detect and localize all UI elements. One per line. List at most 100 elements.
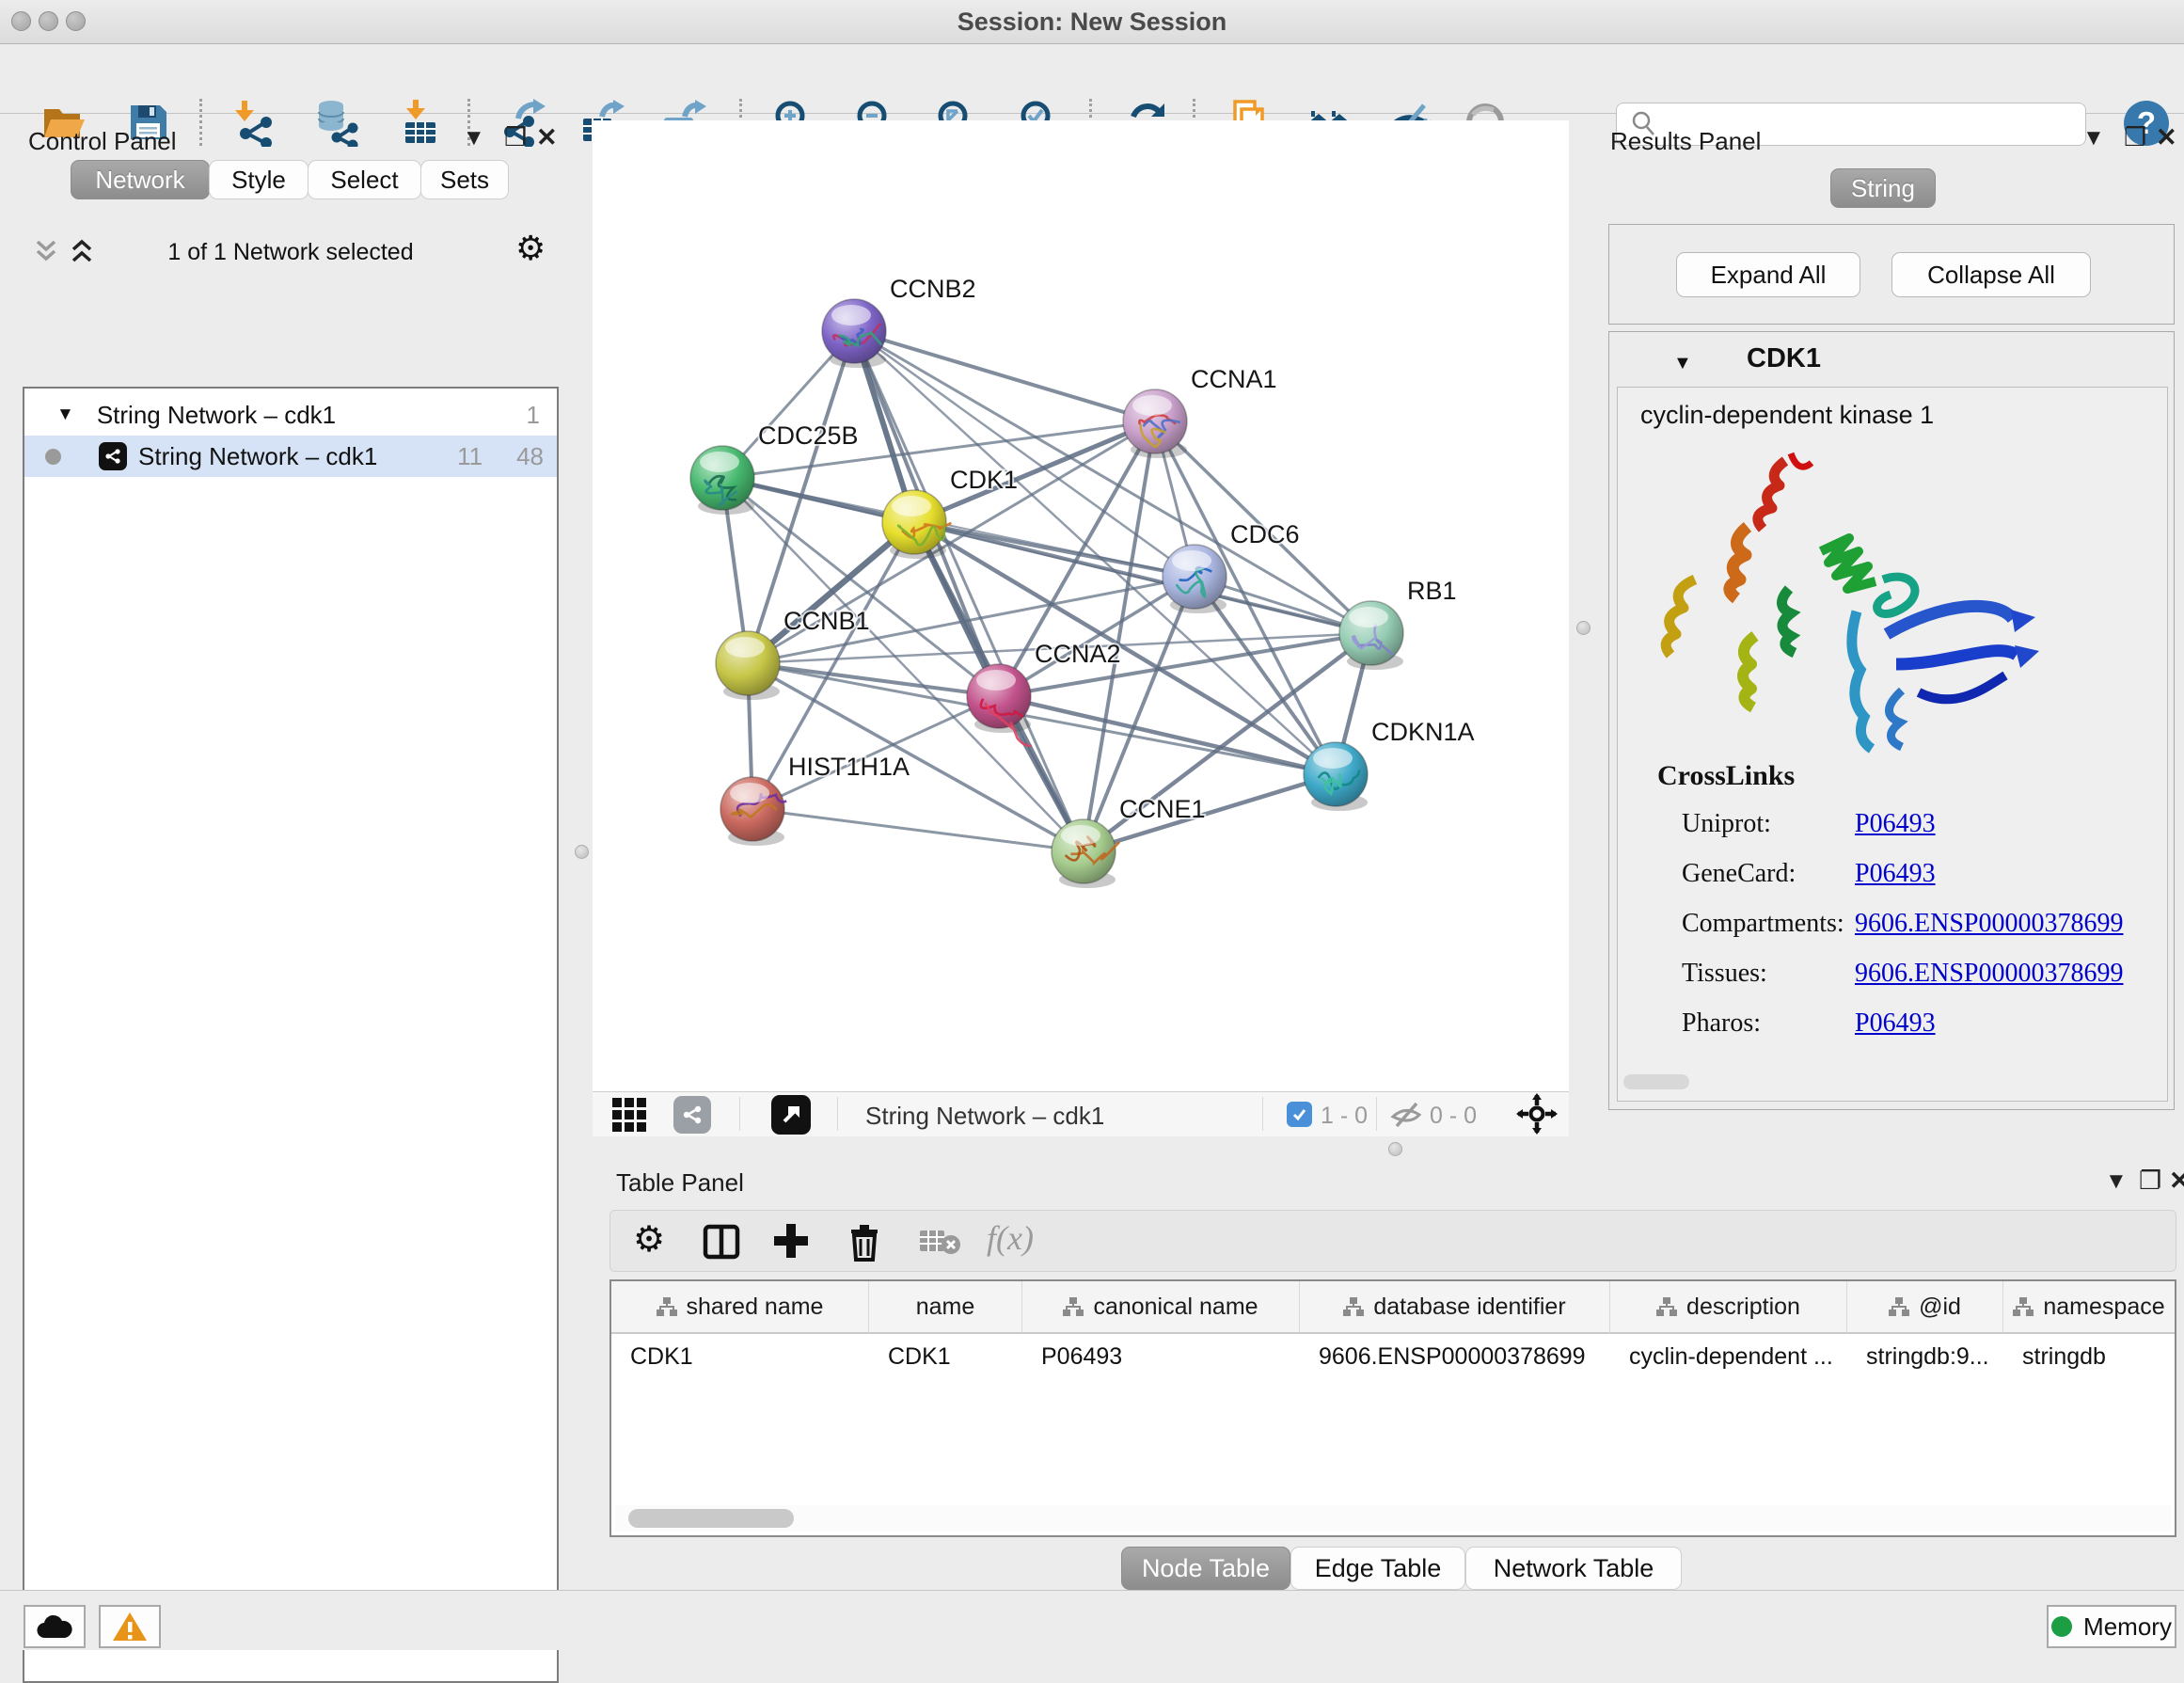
column-type-icon bbox=[1656, 1297, 1677, 1316]
show-columns-icon[interactable] bbox=[703, 1224, 740, 1260]
crosslink-genecard-link[interactable]: P06493 bbox=[1855, 859, 1936, 889]
network-edge-count: 48 bbox=[516, 442, 544, 471]
control-panel: Control Panel ▼ ❐ ✕ Network Style Select… bbox=[0, 114, 583, 1590]
network-label: String Network – cdk1 bbox=[138, 442, 377, 471]
results-panel-close-button[interactable]: ✕ bbox=[2156, 123, 2177, 152]
collection-collapse-arrow[interactable]: ▼ bbox=[56, 405, 74, 425]
section-collapse-arrow[interactable]: ▼ bbox=[1673, 353, 1692, 374]
memory-button[interactable]: Memory bbox=[2047, 1605, 2176, 1648]
tab-node-table[interactable]: Node Table bbox=[1121, 1547, 1290, 1590]
tab-edge-table[interactable]: Edge Table bbox=[1290, 1547, 1465, 1590]
expand-all-button[interactable]: Expand All bbox=[1676, 252, 1860, 297]
network-node-label: CDC25B bbox=[758, 421, 859, 450]
network-collection-row[interactable]: ▼ String Network – cdk1 1 bbox=[24, 394, 557, 436]
network-edge[interactable] bbox=[854, 331, 1371, 633]
tab-style[interactable]: Style bbox=[209, 160, 309, 199]
results-hscrollbar-thumb[interactable] bbox=[1623, 1074, 1689, 1089]
table-panel-title: Table Panel bbox=[616, 1168, 744, 1198]
collection-label: String Network – cdk1 bbox=[97, 401, 336, 430]
network-node-label: CCNA1 bbox=[1191, 365, 1277, 393]
selected-checkbox-icon[interactable] bbox=[1287, 1102, 1312, 1127]
birds-eye-view-icon[interactable] bbox=[771, 1095, 811, 1135]
network-node-CCNE1[interactable]: CCNE1 bbox=[1052, 795, 1206, 888]
control-panel-menu-arrow[interactable]: ▼ bbox=[463, 125, 485, 151]
network-selection-status: 1 of 1 Network selected bbox=[23, 239, 559, 266]
warning-status-button[interactable] bbox=[99, 1605, 161, 1648]
crosslinks-title: CrossLinks bbox=[1657, 760, 1795, 792]
tab-select[interactable]: Select bbox=[308, 160, 421, 199]
table-cell[interactable]: P06493 bbox=[1022, 1336, 1300, 1377]
grid-view-icon[interactable] bbox=[611, 1097, 647, 1133]
fit-selected-crosshair-icon[interactable] bbox=[1516, 1093, 1558, 1135]
footer-separator bbox=[1376, 1097, 1377, 1131]
footer-separator bbox=[1262, 1097, 1263, 1131]
network-node-count: 11 bbox=[457, 442, 483, 471]
column-header[interactable]: description bbox=[1610, 1281, 1847, 1334]
column-header[interactable]: canonical name bbox=[1022, 1281, 1300, 1334]
crosslink-pharos-link[interactable]: P06493 bbox=[1855, 1008, 1936, 1039]
network-node-label: CDK1 bbox=[950, 466, 1018, 494]
table-hscrollbar-thumb[interactable] bbox=[628, 1509, 794, 1528]
column-header[interactable]: name bbox=[869, 1281, 1022, 1334]
cdk1-section: ▼ CDK1 cyclin-dependent kinase 1 bbox=[1608, 331, 2175, 1110]
network-node-label: RB1 bbox=[1407, 577, 1457, 605]
table-cell[interactable]: stringdb bbox=[2003, 1336, 2175, 1377]
selected-counts: 1 - 0 bbox=[1321, 1103, 1368, 1130]
table-panel-close-button[interactable]: ✕ bbox=[2169, 1167, 2184, 1196]
network-node-label: CDKN1A bbox=[1371, 718, 1475, 746]
crosslink-tissues-link[interactable]: 9606.ENSP00000378699 bbox=[1855, 959, 2123, 989]
crosslink-compartments-link[interactable]: 9606.ENSP00000378699 bbox=[1855, 909, 2123, 939]
results-panel-menu-arrow[interactable]: ▼ bbox=[2082, 125, 2105, 151]
table-cell[interactable]: stringdb:9... bbox=[1847, 1336, 2003, 1377]
footer-separator bbox=[739, 1097, 740, 1131]
column-header[interactable]: namespace bbox=[2003, 1281, 2175, 1334]
network-edge[interactable] bbox=[752, 809, 1084, 851]
network-share-view-icon[interactable] bbox=[673, 1096, 711, 1134]
table-panel-menu-arrow[interactable]: ▼ bbox=[2105, 1168, 2128, 1195]
network-node-label: CCNE1 bbox=[1119, 795, 1206, 823]
collapse-all-button[interactable]: Collapse All bbox=[1891, 252, 2091, 297]
network-node-HIST1H1A[interactable]: HIST1H1A bbox=[720, 753, 910, 846]
column-type-icon bbox=[1343, 1297, 1364, 1316]
table-cell[interactable]: 9606.ENSP00000378699 bbox=[1300, 1336, 1610, 1377]
delete-column-trash-icon[interactable] bbox=[846, 1220, 883, 1262]
network-node-CDKN1A[interactable]: CDKN1A bbox=[1304, 718, 1475, 811]
tab-string[interactable]: String bbox=[1830, 168, 1936, 208]
status-bar bbox=[0, 1590, 2184, 1650]
bottom-splitter-handle[interactable] bbox=[1388, 1142, 1402, 1156]
table-hscrollbar[interactable] bbox=[615, 1505, 2171, 1532]
network-node-CCNA1[interactable]: CCNA1 bbox=[1123, 365, 1277, 458]
table-panel-float-button[interactable]: ❐ bbox=[2139, 1167, 2161, 1196]
network-graph[interactable]: CCNB2CCNA1CDC25BCDK1CDC6RB1CCNB1CCNA2CDK… bbox=[599, 122, 1569, 1091]
network-status-dot bbox=[45, 449, 61, 465]
crosslink-uniprot-link[interactable]: P06493 bbox=[1855, 809, 1936, 839]
tab-sets[interactable]: Sets bbox=[420, 160, 509, 199]
table-cell[interactable]: CDK1 bbox=[869, 1336, 1022, 1377]
function-builder-icon: f(x) bbox=[987, 1218, 1034, 1258]
column-header[interactable]: @id bbox=[1847, 1281, 2003, 1334]
control-panel-float-button[interactable]: ❐ bbox=[504, 123, 527, 152]
table-cell[interactable]: CDK1 bbox=[611, 1336, 869, 1377]
cloud-status-button[interactable] bbox=[24, 1605, 86, 1648]
add-column-icon[interactable] bbox=[772, 1222, 810, 1260]
hidden-eye-icon[interactable] bbox=[1389, 1099, 1423, 1131]
network-tree: ▼ String Network – cdk1 1 String Network… bbox=[23, 387, 559, 1683]
tab-network-table[interactable]: Network Table bbox=[1465, 1547, 1682, 1590]
column-header[interactable]: database identifier bbox=[1300, 1281, 1610, 1334]
results-panel-float-button[interactable]: ❐ bbox=[2124, 123, 2146, 152]
right-splitter-handle[interactable] bbox=[1576, 621, 1591, 635]
network-edge[interactable] bbox=[748, 522, 914, 663]
network-options-gear-icon[interactable]: ⚙ bbox=[515, 230, 546, 268]
column-header[interactable]: shared name bbox=[611, 1281, 869, 1334]
table-settings-gear-icon[interactable]: ⚙ bbox=[633, 1218, 665, 1260]
network-edge[interactable] bbox=[999, 696, 1336, 774]
warning-icon bbox=[112, 1611, 148, 1643]
network-row-selected[interactable]: String Network – cdk1 11 48 bbox=[24, 436, 557, 477]
network-node-RB1[interactable]: RB1 bbox=[1339, 577, 1457, 670]
left-splitter-handle[interactable] bbox=[575, 845, 589, 859]
network-edge[interactable] bbox=[854, 331, 1155, 421]
table-cell[interactable]: cyclin-dependent ... bbox=[1610, 1336, 1847, 1377]
network-node-CCNB2[interactable]: CCNB2 bbox=[822, 275, 976, 368]
tab-network[interactable]: Network bbox=[71, 160, 210, 199]
control-panel-close-button[interactable]: ✕ bbox=[536, 123, 558, 152]
